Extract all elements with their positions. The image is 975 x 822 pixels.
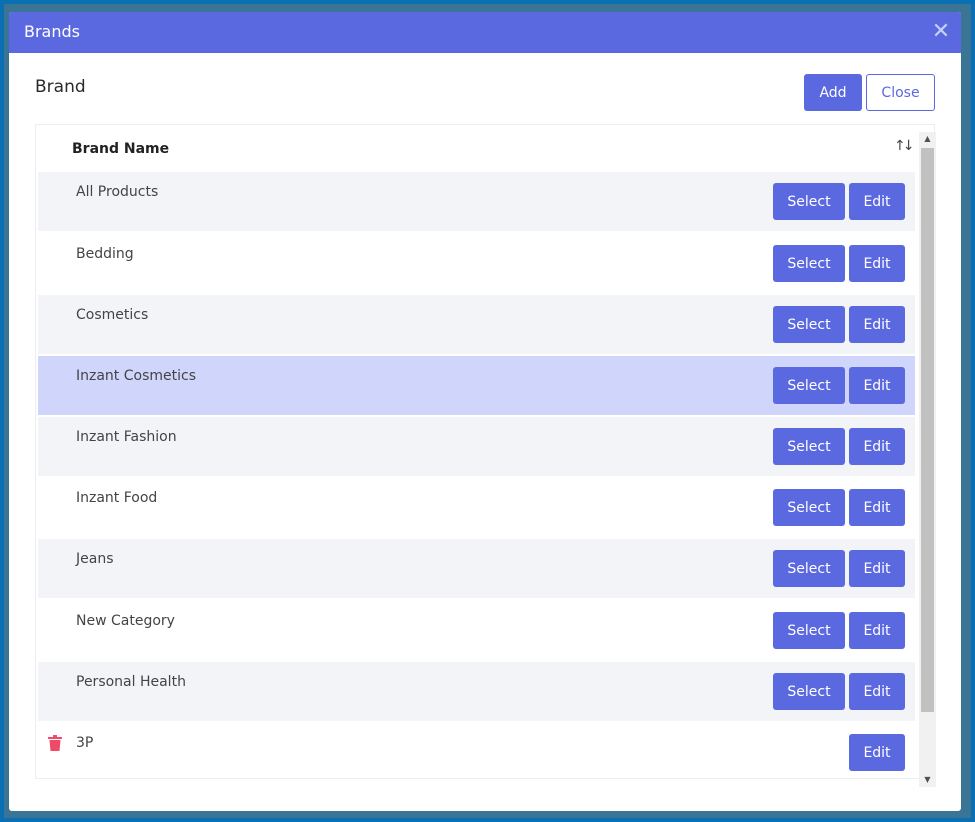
edit-button[interactable]: Edit — [849, 183, 905, 220]
modal-title: Brands — [24, 22, 80, 41]
table-row: Cosmetics Select Edit — [38, 295, 915, 354]
scroll-thumb[interactable] — [921, 148, 934, 712]
table-row: Bedding Select Edit — [38, 234, 915, 293]
select-button[interactable]: Select — [773, 245, 845, 282]
row-label: Inzant Cosmetics — [76, 368, 196, 384]
table-row: Personal Health Select Edit — [38, 662, 915, 721]
row-label: Inzant Food — [76, 490, 158, 506]
section-title: Brand — [35, 77, 86, 97]
brands-table: Brand Name ↑↓ All Products Select Edit B… — [35, 124, 935, 779]
sort-icon[interactable]: ↑↓ — [894, 138, 915, 154]
select-button[interactable]: Select — [773, 306, 845, 343]
add-button[interactable]: Add — [804, 74, 862, 111]
edit-button[interactable]: Edit — [849, 367, 905, 404]
table-row: Inzant Fashion Select Edit — [38, 417, 915, 476]
row-label: Personal Health — [76, 674, 186, 690]
table-row: All Products Select Edit — [38, 172, 915, 231]
edit-button[interactable]: Edit — [849, 612, 905, 649]
row-label: New Category — [76, 613, 175, 629]
edit-button[interactable]: Edit — [849, 550, 905, 587]
edit-button[interactable]: Edit — [849, 428, 905, 465]
select-button[interactable]: Select — [773, 612, 845, 649]
table-header: Brand Name ↑↓ — [36, 125, 916, 172]
trash-icon[interactable] — [48, 735, 62, 751]
select-button[interactable]: Select — [773, 428, 845, 465]
edit-button[interactable]: Edit — [849, 673, 905, 710]
edit-button[interactable]: Edit — [849, 306, 905, 343]
close-icon[interactable]: ✕ — [931, 21, 951, 43]
row-label: Inzant Fashion — [76, 429, 177, 445]
table-row: Jeans Select Edit — [38, 539, 915, 598]
table-scrollbar[interactable]: ▲ ▼ — [919, 132, 936, 787]
modal-header: Brands ✕ — [9, 12, 961, 53]
close-button[interactable]: Close — [866, 74, 935, 111]
row-label: 3P — [76, 735, 94, 751]
table-row: Inzant Food Select Edit — [38, 478, 915, 537]
column-header-brand-name: Brand Name — [72, 141, 170, 157]
brands-modal: Brands ✕ Brand Add Close Brand Name ↑↓ A… — [9, 12, 961, 811]
select-button[interactable]: Select — [773, 183, 845, 220]
row-label: Bedding — [76, 246, 134, 262]
scroll-down-icon[interactable]: ▼ — [919, 773, 936, 787]
edit-button[interactable]: Edit — [849, 489, 905, 526]
select-button[interactable]: Select — [773, 489, 845, 526]
row-label: Jeans — [76, 551, 114, 567]
table-row: New Category Select Edit — [38, 601, 915, 660]
select-button[interactable]: Select — [773, 550, 845, 587]
select-button[interactable]: Select — [773, 367, 845, 404]
table-row: 3P Edit — [38, 723, 915, 778]
edit-button[interactable]: Edit — [849, 734, 905, 771]
scroll-up-icon[interactable]: ▲ — [919, 132, 936, 146]
row-label: All Products — [76, 184, 159, 200]
select-button[interactable]: Select — [773, 673, 845, 710]
table-row-selected: Inzant Cosmetics Select Edit — [38, 356, 915, 415]
row-label: Cosmetics — [76, 307, 149, 323]
edit-button[interactable]: Edit — [849, 245, 905, 282]
